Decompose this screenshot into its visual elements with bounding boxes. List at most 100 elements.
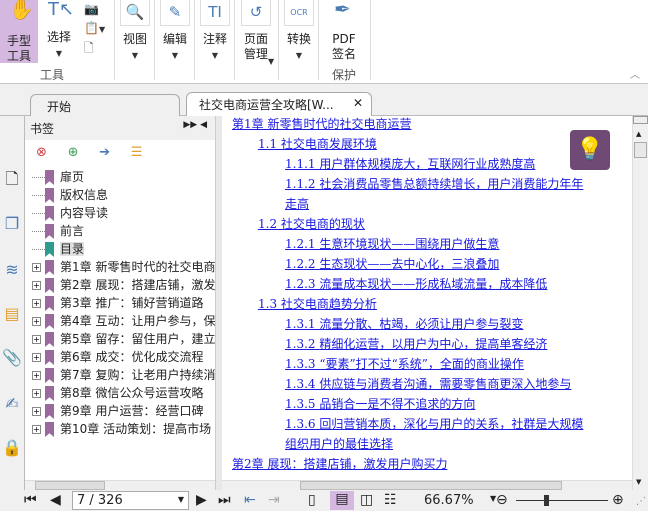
bookmark-item[interactable]: 扉页: [32, 168, 215, 186]
bookmark-item[interactable]: + 第1章 新零售时代的社交电商运营: [32, 258, 215, 276]
bookmark-item[interactable]: + 第4章 互动：让用户参与，保持活跃: [32, 312, 215, 330]
clipboard-icon[interactable]: 📋▼: [84, 19, 105, 39]
toc-link[interactable]: 1.2.2 生态现状——去中心化，三浪叠加: [285, 254, 499, 274]
zoom-out-icon[interactable]: ⊖: [496, 492, 508, 508]
lightbulb-icon[interactable]: 💡: [570, 130, 610, 170]
single-page-icon[interactable]: ▯: [308, 492, 316, 508]
bookmark-item[interactable]: + 第10章 活动策划：提高市场: [32, 420, 215, 438]
select-tool-button[interactable]: T↖ 选择 ▼: [42, 0, 76, 61]
expand-icon[interactable]: +: [32, 281, 41, 290]
bookmark-item[interactable]: 内容导读: [32, 204, 215, 222]
zoom-slider[interactable]: [516, 500, 608, 501]
bookmark-hscrollbar[interactable]: [25, 480, 215, 490]
toc-link[interactable]: 1.2.1 生意环境现状——围绕用户做生意: [285, 234, 499, 254]
page-number-input[interactable]: 7 / 326 ▼: [72, 491, 189, 510]
lock-icon[interactable]: 🔒: [2, 438, 22, 460]
toc-link[interactable]: 1.2.3 流量成本现状——形成私域流量，成本降低: [285, 274, 547, 294]
expand-icon[interactable]: +: [32, 425, 41, 434]
page-manage-button[interactable]: ↺ 页面管理 ▼: [238, 0, 274, 66]
bookmark-flag-icon: [45, 242, 54, 257]
bookmark-item[interactable]: + 第8章 微信公众号运营攻略: [32, 384, 215, 402]
toc-link[interactable]: 1.3.6 回归营销本质，深化与用户的关系，社群是大规模: [285, 414, 583, 434]
delete-bookmark-icon[interactable]: ⊗: [36, 145, 47, 160]
zoom-slider-thumb[interactable]: [544, 495, 550, 506]
toc-link[interactable]: 1.3.3 “要素”打不过“系统”，全面的商业操作: [285, 354, 524, 374]
bookmark-item[interactable]: + 第6章 成交：优化成交流程: [32, 348, 215, 366]
next-page-icon[interactable]: ▶: [196, 492, 207, 508]
layers-icon[interactable]: ≋: [2, 260, 22, 282]
bookmark-options-icon[interactable]: ☰: [131, 145, 143, 160]
toc-link[interactable]: 组织用户的最佳选择: [285, 434, 393, 454]
edit-button[interactable]: ✎ 编辑 ▼: [158, 0, 192, 63]
expand-icon[interactable]: +: [32, 299, 41, 308]
pen-sign-icon: ✒: [334, 0, 351, 21]
attachment-icon[interactable]: 📎: [2, 348, 22, 370]
tab-document[interactable]: 社交电商运营全攻略[W... ✕: [186, 92, 372, 116]
two-page-continuous-icon[interactable]: ☷: [384, 492, 397, 508]
toc-link[interactable]: 1.1 社交电商发展环境: [258, 134, 377, 154]
toc-link[interactable]: 1.1.1 用户群体规模庞大，互联网行业成熟度高: [285, 154, 535, 174]
last-page-icon[interactable]: ⏭: [218, 492, 231, 508]
bookmark-item[interactable]: 前言: [32, 222, 215, 240]
bookmark-item[interactable]: + 第7章 复购：让老用户持续消费: [32, 366, 215, 384]
vertical-scrollbar[interactable]: ▲ ▼: [632, 116, 648, 490]
expand-icon[interactable]: +: [32, 263, 41, 272]
prev-page-icon[interactable]: ◀: [50, 492, 61, 508]
expand-icon[interactable]: +: [32, 371, 41, 380]
tree-line: [32, 195, 45, 196]
bookmark-flag-icon: [45, 368, 54, 383]
bookmark-item[interactable]: 目录: [32, 240, 215, 258]
first-page-icon[interactable]: ⏮: [24, 492, 37, 508]
bookmark-item[interactable]: 版权信息: [32, 186, 215, 204]
goto-bookmark-icon[interactable]: ➔: [99, 145, 110, 160]
page-icon[interactable]: 🗋: [84, 39, 105, 58]
next-view-icon[interactable]: ⇥: [268, 492, 280, 508]
bookmark-label: 第1章 新零售时代的社交电商运营: [60, 260, 215, 274]
signature-icon[interactable]: ✍: [2, 394, 22, 416]
view-button[interactable]: 🔍 视图 ▼: [118, 0, 152, 63]
comments-icon[interactable]: ▤: [2, 304, 22, 326]
page-thumbnail-icon[interactable]: 🗋: [2, 168, 22, 190]
bookmark-flag-icon: [45, 332, 54, 347]
horizontal-scrollbar[interactable]: [222, 480, 632, 490]
toc-link[interactable]: 1.1.2 社会消费品零售总额持续增长，用户消费能力年年: [285, 174, 583, 194]
resize-grip-icon[interactable]: ⋰: [636, 496, 646, 507]
add-bookmark-icon[interactable]: ⊕: [68, 145, 79, 160]
bookmark-item[interactable]: + 第5章 留存：留住用户，建立信任: [32, 330, 215, 348]
toc-link[interactable]: 走高: [285, 194, 309, 214]
expand-icon[interactable]: +: [32, 389, 41, 398]
convert-button[interactable]: OCR 转换 ▼: [282, 0, 316, 63]
panel-arrows-icon[interactable]: ▶▶ ◀: [183, 120, 207, 130]
annotate-button[interactable]: TI 注释 ▼: [198, 0, 232, 63]
zoom-in-icon[interactable]: ⊕: [612, 492, 624, 508]
page-dropdown-icon[interactable]: ▼: [178, 495, 184, 504]
continuous-page-icon[interactable]: ▤: [330, 491, 354, 510]
expand-icon[interactable]: +: [32, 353, 41, 362]
bookmark-label: 第7章 复购：让老用户持续消费: [60, 368, 215, 382]
bookmark-item[interactable]: + 第9章 用户运营：经营口碑: [32, 402, 215, 420]
toc-link[interactable]: 第1章 新零售时代的社交电商运营: [232, 116, 411, 134]
expand-icon[interactable]: +: [32, 407, 41, 416]
pdf-sign-button[interactable]: ✒ PDF签名: [324, 0, 364, 62]
camera-icon[interactable]: 📷: [84, 0, 105, 19]
toc-link[interactable]: 1.3.1 流量分散、枯竭，必须让用户参与裂变: [285, 314, 523, 334]
hand-tool-button[interactable]: ✋ 手型工具: [0, 0, 38, 63]
toc-link[interactable]: 1.3.4 供应链与消费者沟通，需要零售商更深入地参与: [285, 374, 571, 394]
bookmark-item[interactable]: + 第3章 推广：铺好营销道路: [32, 294, 215, 312]
collapse-ribbon-icon[interactable]: ︿: [630, 66, 640, 81]
previous-view-icon[interactable]: ⇤: [244, 492, 256, 508]
pages-icon[interactable]: ❐: [2, 214, 22, 236]
expand-icon[interactable]: +: [32, 317, 41, 326]
expand-icon[interactable]: +: [32, 335, 41, 344]
toc-link[interactable]: 第2章 展现：搭建店铺，激发用户购买力: [232, 454, 447, 474]
toc-link[interactable]: 1.3 社交电商趋势分析: [258, 294, 377, 314]
toc-link[interactable]: 1.3.2 精细化运营，以用户为中心，提高单客经济: [285, 334, 547, 354]
bookmark-item[interactable]: + 第2章 展现：搭建店铺，激发用户购买力: [32, 276, 215, 294]
panel-splitter[interactable]: [215, 116, 222, 490]
toc-link[interactable]: 1.2 社交电商的现状: [258, 214, 365, 234]
close-tab-icon[interactable]: ✕: [353, 96, 363, 110]
tab-start[interactable]: 开始: [30, 94, 180, 116]
two-page-icon[interactable]: ◫: [360, 492, 373, 508]
zoom-level[interactable]: 66.67%: [424, 493, 474, 508]
toc-link[interactable]: 1.3.5 品销合一是不得不追求的方向: [285, 394, 475, 414]
